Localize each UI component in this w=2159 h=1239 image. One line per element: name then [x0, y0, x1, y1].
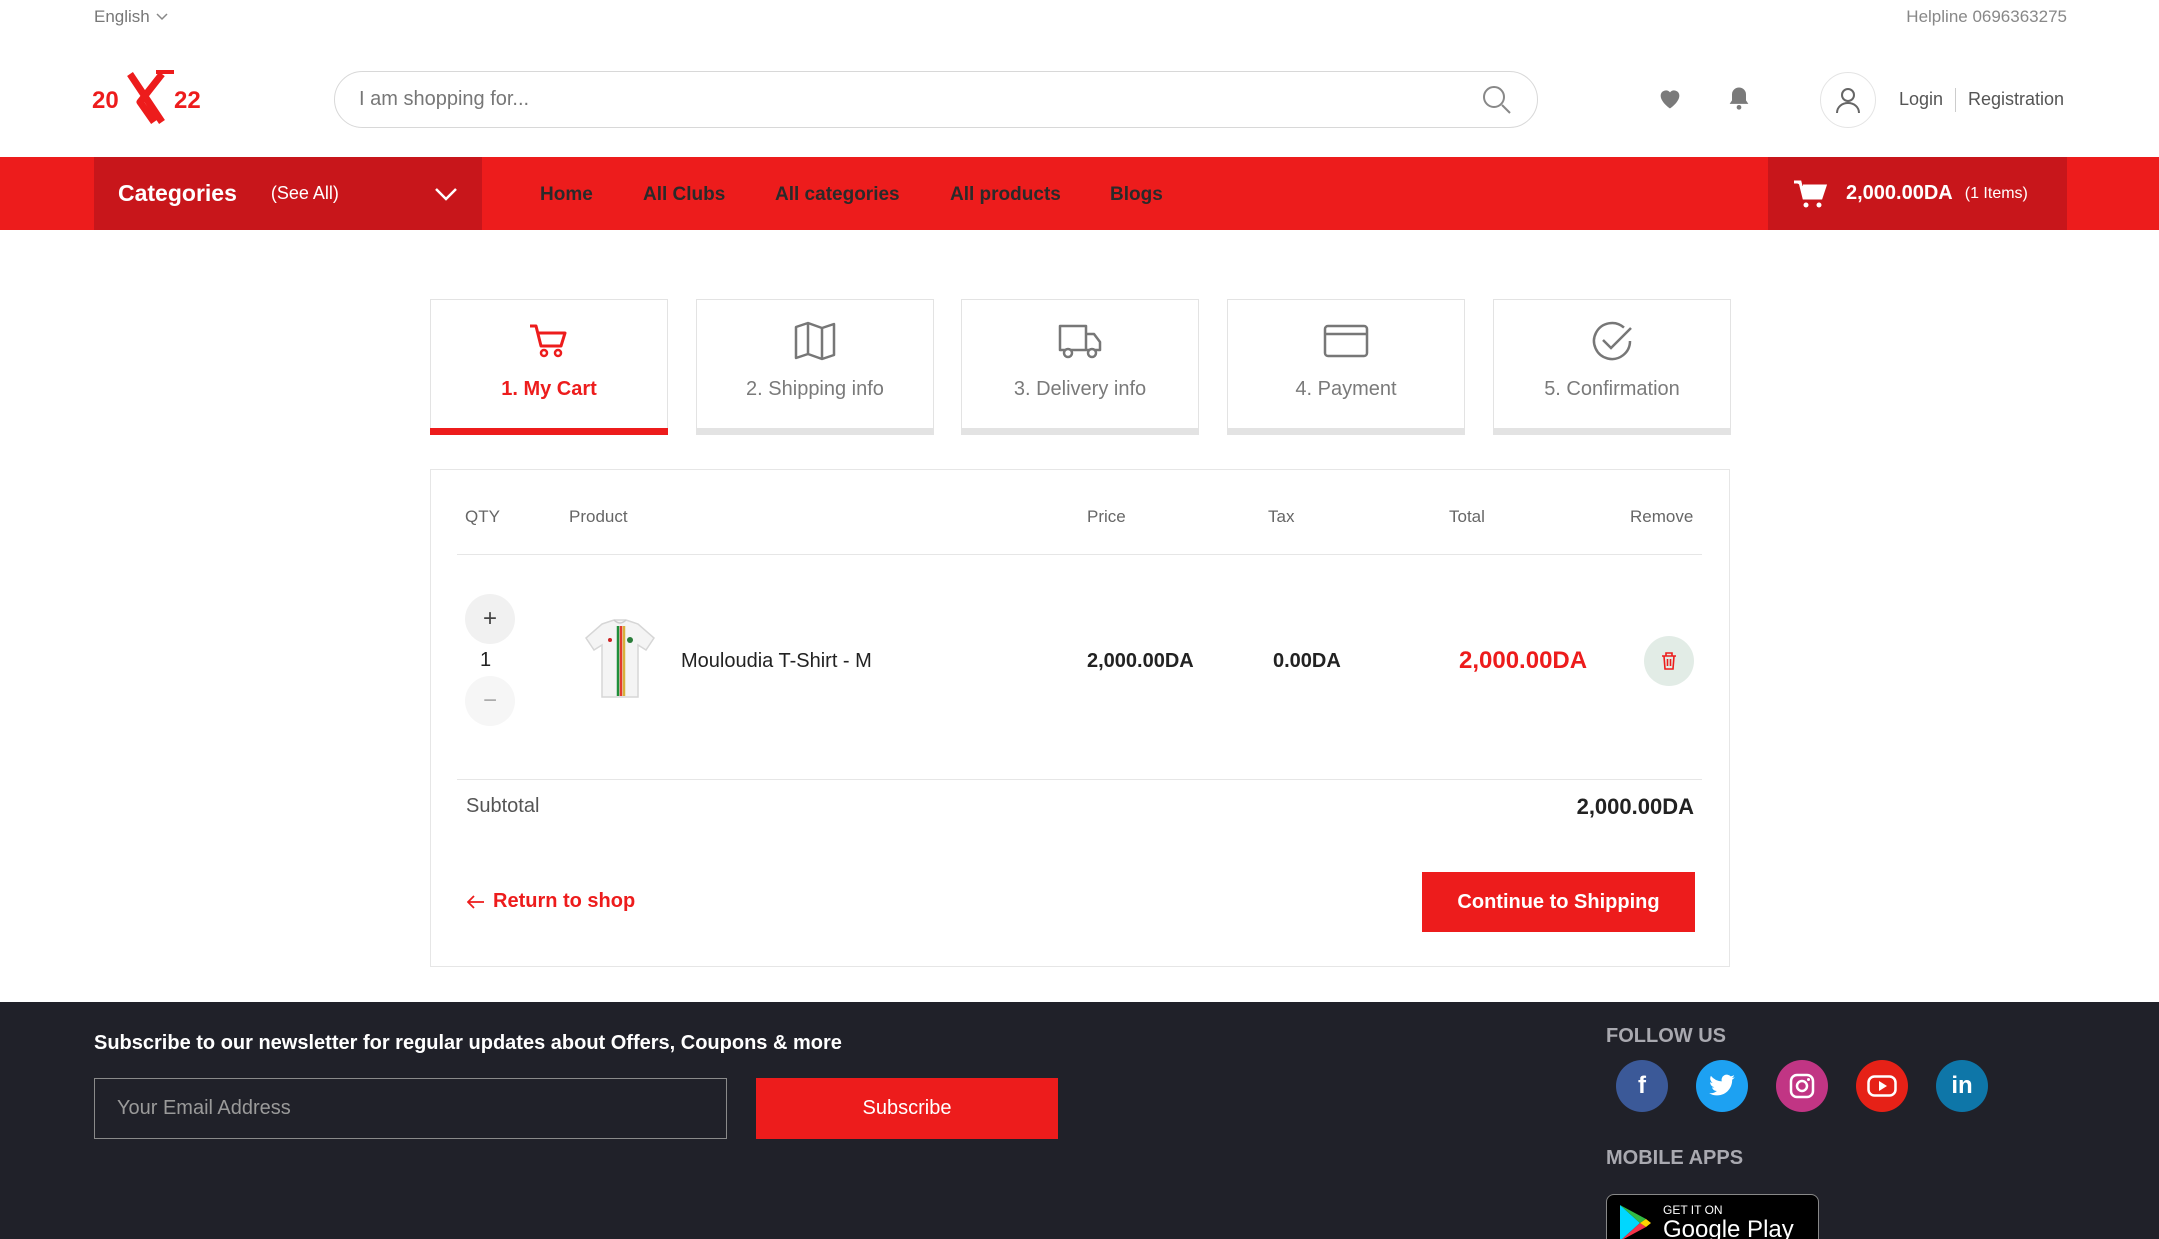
categories-dropdown[interactable]: Categories (See All) — [94, 157, 482, 230]
nav-link-blogs[interactable]: Blogs — [1110, 184, 1163, 206]
step-progress-bar — [430, 428, 668, 435]
cart-summary-button[interactable]: 2,000.00DA (1 Items) — [1768, 157, 2067, 230]
return-to-shop-label: Return to shop — [493, 890, 636, 912]
google-play-badge[interactable]: GET IT ON Google Play — [1606, 1194, 1819, 1239]
email-input[interactable] — [117, 1097, 704, 1120]
twitter-icon[interactable] — [1696, 1060, 1748, 1112]
remove-item-button[interactable] — [1644, 636, 1694, 686]
nav-link-all-clubs[interactable]: All Clubs — [643, 184, 725, 206]
column-header-tax: Tax — [1268, 507, 1295, 526]
truck-icon — [1058, 324, 1102, 359]
cart-icon — [530, 324, 567, 358]
product-price: 2,000.00DA — [1087, 650, 1194, 672]
divider — [457, 779, 1702, 780]
step-label: 2. Shipping info — [746, 378, 884, 400]
nav-link-all-products[interactable]: All products — [950, 184, 1061, 206]
step-progress-bar — [1227, 428, 1465, 435]
step-delivery-info[interactable]: 3. Delivery info — [961, 299, 1199, 435]
login-link[interactable]: Login — [1899, 89, 1943, 110]
step-label: 1. My Cart — [501, 378, 597, 400]
product-total: 2,000.00DA — [1459, 647, 1588, 674]
cart-count: (1 Items) — [1964, 184, 2028, 202]
cart-icon — [1794, 180, 1828, 207]
check-circle-icon — [1592, 321, 1632, 361]
column-header-qty: QTY — [465, 507, 500, 526]
search-bar[interactable] — [334, 71, 1538, 128]
step-label: 5. Confirmation — [1544, 378, 1680, 400]
product-tax: 0.00DA — [1273, 650, 1341, 672]
subtotal-label: Subtotal — [466, 795, 540, 817]
search-icon[interactable] — [1481, 84, 1513, 116]
trash-icon — [1662, 652, 1676, 670]
subtotal-value: 2,000.00DA — [1576, 794, 1694, 819]
bell-icon[interactable] — [1725, 84, 1753, 112]
user-avatar[interactable] — [1820, 72, 1876, 128]
map-icon — [794, 321, 836, 361]
step-my-cart[interactable]: 1. My Cart — [430, 299, 668, 435]
step-progress-bar — [961, 428, 1199, 435]
cart-amount: 2,000.00DA — [1846, 182, 1953, 204]
product-name[interactable]: Mouloudia T-Shirt - M — [681, 650, 872, 673]
step-label: 4. Payment — [1295, 378, 1397, 400]
step-progress-bar — [1493, 428, 1731, 435]
language-label: English — [94, 7, 150, 26]
linkedin-icon[interactable]: in — [1936, 1060, 1988, 1112]
column-header-remove: Remove — [1630, 507, 1694, 526]
step-confirmation[interactable]: 5. Confirmation — [1493, 299, 1731, 435]
step-progress-bar — [696, 428, 934, 435]
card-icon — [1323, 324, 1369, 358]
continue-to-shipping-button[interactable]: Continue to Shipping — [1422, 872, 1695, 932]
site-logo[interactable]: 20 22 — [92, 66, 222, 130]
column-header-product: Product — [569, 507, 628, 526]
svg-text:20: 20 — [92, 87, 119, 114]
subscribe-button[interactable]: Subscribe — [756, 1078, 1058, 1139]
column-header-total: Total — [1449, 507, 1485, 526]
quantity-decrease-button[interactable]: − — [465, 676, 515, 726]
divider — [457, 554, 1702, 555]
quantity-value: 1 — [480, 649, 492, 671]
return-to-shop-link[interactable]: Return to shop — [467, 890, 635, 913]
step-shipping-info[interactable]: 2. Shipping info — [696, 299, 934, 435]
chevron-down-icon — [435, 187, 457, 201]
step-payment[interactable]: 4. Payment — [1227, 299, 1465, 435]
nav-link-all-categories[interactable]: All categories — [775, 184, 900, 206]
column-header-price: Price — [1087, 507, 1126, 526]
step-label: 3. Delivery info — [1013, 378, 1147, 400]
heart-icon[interactable] — [1656, 84, 1684, 112]
instagram-icon[interactable] — [1776, 1060, 1828, 1112]
user-icon — [1836, 88, 1860, 114]
categories-title: Categories — [118, 180, 237, 206]
svg-text:22: 22 — [174, 87, 201, 114]
categories-see-all[interactable]: (See All) — [271, 183, 339, 204]
nav-link-home[interactable]: Home — [540, 184, 593, 206]
mobile-apps-title: MOBILE APPS — [1606, 1147, 1744, 1169]
quantity-increase-button[interactable]: + — [465, 594, 515, 644]
chevron-down-icon — [156, 13, 168, 21]
facebook-icon[interactable]: f — [1616, 1060, 1668, 1112]
youtube-icon[interactable] — [1856, 1060, 1908, 1112]
follow-us-title: FOLLOW US — [1606, 1025, 1726, 1047]
language-selector[interactable]: English — [94, 7, 168, 27]
helpline-text: Helpline 0696363275 — [1906, 7, 2067, 26]
google-play-small-text: GET IT ON — [1663, 1203, 1723, 1217]
email-field[interactable] — [94, 1078, 727, 1139]
arrow-left-icon — [467, 894, 484, 909]
divider — [1955, 88, 1956, 112]
product-thumbnail — [578, 616, 662, 704]
search-input[interactable] — [359, 88, 1481, 111]
newsletter-title: Subscribe to our newsletter for regular … — [94, 1032, 842, 1054]
google-play-big-text: Google Play — [1663, 1216, 1794, 1239]
registration-link[interactable]: Registration — [1968, 89, 2064, 110]
google-play-icon — [1620, 1205, 1651, 1239]
